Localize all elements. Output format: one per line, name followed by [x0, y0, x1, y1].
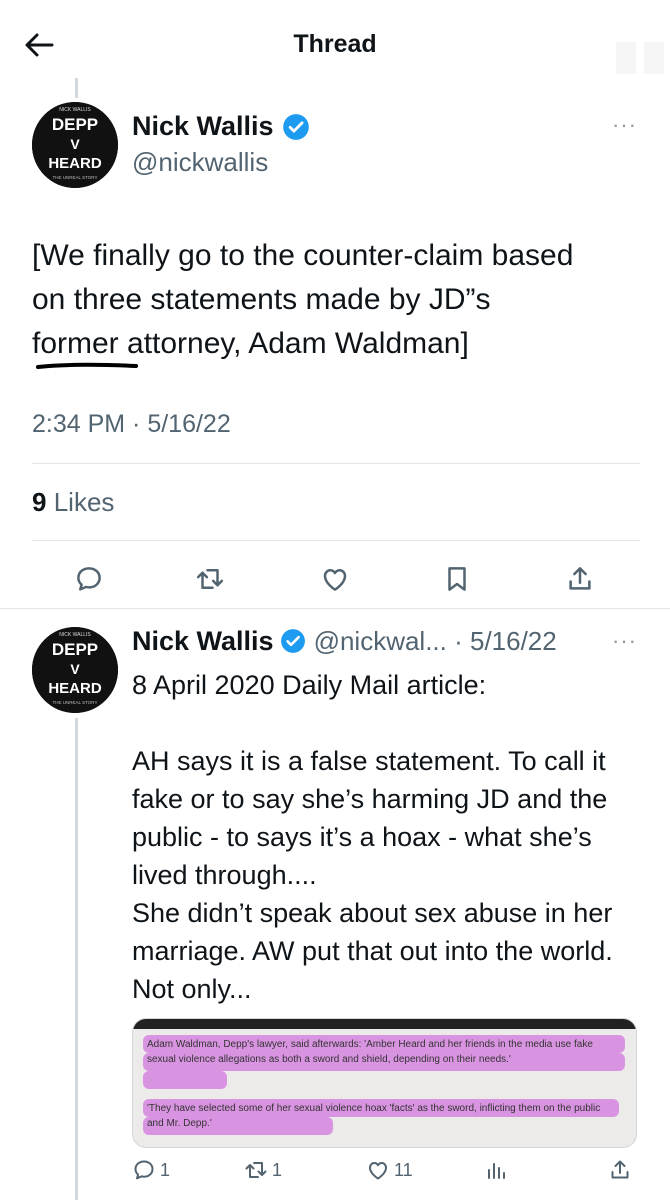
reply-count: 1 [160, 1159, 171, 1180]
retweet-icon[interactable] [195, 564, 225, 594]
thread-line-top [75, 78, 78, 98]
media-text-2: 'They have selected some of her sexual v… [147, 1103, 601, 1129]
reply-button[interactable]: 1 [132, 1158, 170, 1182]
views-button[interactable] [484, 1158, 508, 1182]
author-name[interactable]: Nick Wallis [132, 111, 274, 142]
verified-icon [280, 628, 308, 656]
handwritten-underline [36, 362, 138, 369]
tweet-text-line-2: on three statements made by JD”s [32, 283, 491, 316]
reply-handle-date[interactable]: @nickwal... · 5/16/22 [314, 626, 557, 657]
share-icon[interactable] [565, 564, 595, 594]
avatar-bottom-text: THE UNREAL STORY [53, 700, 98, 705]
avatar-line-2: V [70, 661, 80, 677]
like-icon[interactable] [320, 564, 350, 594]
reply-media-image[interactable]: Adam Waldman, Depp's lawyer, said afterw… [132, 1018, 637, 1148]
avatar-line-1: DEPP [52, 115, 98, 134]
like-count: 11 [394, 1159, 413, 1180]
avatar-line-2: V [70, 136, 80, 152]
reply-actions: 1 1 11 [132, 1155, 640, 1185]
background-watermark [610, 38, 670, 78]
avatar[interactable]: NICK WALLIS DEPP V HEARD THE UNREAL STOR… [32, 627, 118, 713]
more-icon[interactable]: ··· [612, 112, 637, 138]
tweet-text-line-1: [We finally go to the counter-claim base… [32, 239, 574, 272]
verified-icon [282, 113, 310, 141]
divider [32, 463, 640, 464]
avatar-line-1: DEPP [52, 640, 98, 659]
tweet-timestamp[interactable]: 2:34 PM · 5/16/22 [32, 410, 231, 439]
media-text-1: Adam Waldman, Depp's lawyer, said afterw… [147, 1039, 593, 1065]
avatar-top-text: NICK WALLIS [59, 107, 91, 113]
retweet-icon [245, 1162, 267, 1178]
avatar-bottom-text: THE UNREAL STORY [53, 175, 98, 180]
bookmark-icon[interactable] [442, 564, 472, 594]
divider [0, 608, 670, 609]
like-icon [369, 1162, 387, 1180]
reply-icon[interactable] [74, 564, 104, 594]
share-icon [611, 1160, 629, 1179]
main-author-row[interactable]: Nick Wallis [132, 111, 310, 142]
retweet-count: 1 [272, 1159, 283, 1180]
avatar-line-3: HEARD [48, 680, 102, 697]
thread-line-bottom [75, 718, 78, 1200]
reply-text: 8 April 2020 Daily Mail article: AH says… [132, 670, 613, 1004]
reply-author-name[interactable]: Nick Wallis [132, 626, 274, 657]
more-icon[interactable]: ··· [612, 628, 637, 654]
page-title: Thread [293, 30, 377, 58]
likes-number: 9 [32, 487, 47, 517]
thread-header: Thread [0, 0, 670, 90]
avatar-top-text: NICK WALLIS [59, 632, 91, 638]
divider [32, 540, 640, 541]
author-handle[interactable]: @nickwallis [132, 147, 268, 178]
media-top-edge [133, 1019, 636, 1029]
likes-count[interactable]: 9 Likes [32, 487, 114, 518]
views-icon [488, 1163, 505, 1179]
retweet-button[interactable]: 1 [244, 1158, 282, 1182]
share-button[interactable] [608, 1158, 632, 1182]
like-button[interactable]: 11 [366, 1158, 413, 1182]
highlight-mark [143, 1071, 227, 1089]
avatar-line-3: HEARD [48, 155, 102, 172]
likes-label: Likes [53, 487, 115, 517]
reply-icon [134, 1160, 154, 1180]
avatar[interactable]: NICK WALLIS DEPP V HEARD THE UNREAL STOR… [32, 102, 118, 188]
reply-author-row[interactable]: Nick Wallis @nickwal... · 5/16/22 [132, 626, 557, 657]
